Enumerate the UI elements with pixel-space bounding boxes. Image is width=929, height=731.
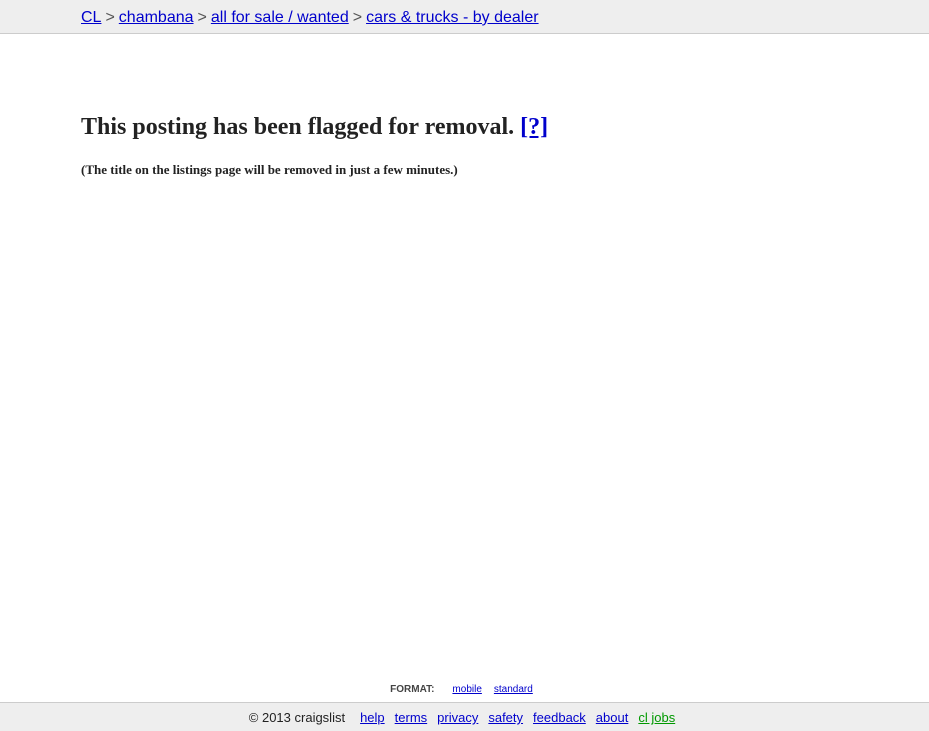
flagged-heading: This posting has been flagged for remova… [81, 112, 548, 142]
removal-note: (The title on the listings page will be … [81, 162, 458, 177]
help-link[interactable]: [?] [520, 114, 548, 140]
footer-privacy-link[interactable]: privacy [437, 710, 478, 725]
breadcrumb-cl-link[interactable]: CL [81, 9, 101, 26]
footer-about-link[interactable]: about [596, 710, 629, 725]
footer-feedback-link[interactable]: feedback [533, 710, 586, 725]
footer-help-link[interactable]: help [360, 710, 385, 725]
breadcrumb-cars-trucks-link[interactable]: cars & trucks - by dealer [366, 9, 539, 26]
breadcrumb-separator: > [105, 9, 115, 26]
footer-cl-jobs-link[interactable]: cl jobs [638, 710, 675, 725]
breadcrumb-for-sale-link[interactable]: all for sale / wanted [211, 9, 349, 26]
format-label: FORMAT: [390, 684, 435, 695]
top-bar: CL > chambana > all for sale / wanted > cars &… [0, 0, 929, 34]
footer: © 2013 craigslist help terms privacy safety f… [0, 702, 929, 731]
format-mobile-link[interactable]: mobile [452, 684, 481, 695]
breadcrumb-separator: > [197, 9, 207, 26]
format-selector: FORMAT: mobile standard [0, 684, 929, 696]
copyright: © 2013 craigslist [248, 710, 346, 725]
breadcrumb: CL > chambana > all for sale / wanted > cars &… [81, 8, 539, 27]
flagged-heading-text: This posting has been flagged for remova… [81, 114, 515, 140]
footer-safety-link[interactable]: safety [488, 710, 523, 725]
breadcrumb-chambana-link[interactable]: chambana [119, 9, 194, 26]
main-content: This posting has been flagged for remova… [81, 112, 548, 178]
footer-terms-link[interactable]: terms [395, 710, 428, 725]
format-standard-link[interactable]: standard [494, 684, 533, 695]
breadcrumb-separator: > [352, 9, 363, 26]
